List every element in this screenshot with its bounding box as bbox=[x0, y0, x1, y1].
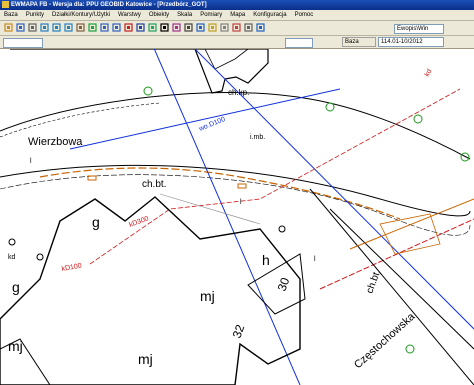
label-number-32: 32 bbox=[230, 322, 248, 340]
menu-konfiguracja[interactable]: Konfiguracja bbox=[249, 12, 290, 18]
label-l-2: l bbox=[240, 199, 242, 206]
menu-bar: Baza Punkty Działki/Kontury/Użytki Warstwy O… bbox=[0, 10, 474, 21]
snap-icon[interactable] bbox=[232, 23, 241, 32]
sewer-line bbox=[89, 88, 461, 265]
scale-combo[interactable] bbox=[3, 38, 43, 48]
tree-icon bbox=[460, 152, 470, 162]
version-field: 114.01-10/2012 bbox=[378, 37, 444, 47]
label-ch-bt: ch.bt. bbox=[142, 179, 166, 190]
map-canvas[interactable]: Wierzbowa Częstochowska ch.kp. ch.bt. ch… bbox=[0, 49, 474, 385]
line-icon[interactable] bbox=[136, 23, 145, 32]
menu-obiekty[interactable]: Obiekty bbox=[145, 12, 173, 18]
menu-warstwy[interactable]: Warstwy bbox=[114, 12, 145, 18]
water-line-2 bbox=[153, 49, 301, 385]
label-l-3: l bbox=[314, 256, 316, 263]
help-icon[interactable] bbox=[256, 23, 265, 32]
label-mj-2: mj bbox=[138, 351, 153, 367]
menu-pomoc[interactable]: Pomoc bbox=[291, 12, 318, 18]
label-mj-3: mj bbox=[8, 338, 23, 354]
window-title: EWMAPA FB - Wersja dla: PPU GEOBID Katow… bbox=[11, 2, 207, 8]
tree-icon bbox=[413, 114, 423, 124]
text-icon[interactable] bbox=[160, 23, 169, 32]
tree-icon bbox=[325, 102, 335, 112]
print-icon[interactable] bbox=[28, 23, 37, 32]
title-bar: EWMAPA FB - Wersja dla: PPU GEOBID Katow… bbox=[0, 0, 474, 10]
street-czestochowska-edges bbox=[309, 188, 474, 385]
map-drawing: Wierzbowa Częstochowska ch.kp. ch.bt. ch… bbox=[0, 49, 474, 385]
aux-combo[interactable] bbox=[285, 38, 313, 48]
save-icon[interactable] bbox=[16, 23, 25, 32]
menu-dzialki[interactable]: Działki/Kontury/Użytki bbox=[48, 12, 114, 18]
pan-icon[interactable] bbox=[76, 23, 85, 32]
road-centerline bbox=[0, 174, 471, 236]
road-edge-south bbox=[0, 164, 471, 217]
curb-line bbox=[349, 198, 474, 250]
tree-icon bbox=[143, 86, 153, 96]
parcel-line bbox=[159, 193, 261, 225]
menu-pomiary[interactable]: Pomiary bbox=[196, 12, 226, 18]
label-number-30: 30 bbox=[275, 275, 293, 293]
undo-icon[interactable] bbox=[100, 23, 109, 32]
menu-baza[interactable]: Baza bbox=[0, 12, 22, 18]
app-icon bbox=[2, 1, 9, 8]
measure-icon[interactable] bbox=[172, 23, 181, 32]
label-kd-top: kd bbox=[424, 68, 434, 78]
label-ch-bt-vertical: ch.bt. bbox=[364, 268, 383, 295]
layers-icon[interactable] bbox=[208, 23, 217, 32]
base-button[interactable]: Baza bbox=[342, 37, 376, 47]
menu-mapa[interactable]: Mapa bbox=[226, 12, 249, 18]
building-top bbox=[10, 49, 269, 94]
label-g-1: g bbox=[92, 214, 100, 230]
label-l-1: l bbox=[30, 158, 32, 165]
manhole-icon bbox=[36, 253, 44, 261]
layer-select[interactable]: Ewopis\Win bbox=[394, 24, 444, 34]
tree-icon bbox=[405, 344, 415, 354]
label-h: h bbox=[262, 252, 270, 268]
label-g-2: g bbox=[12, 279, 20, 295]
menu-punkty[interactable]: Punkty bbox=[22, 12, 48, 18]
zoom-out-icon[interactable] bbox=[52, 23, 61, 32]
settings-icon[interactable] bbox=[244, 23, 253, 32]
label-kd-left: kd bbox=[8, 254, 16, 261]
zoom-in-icon[interactable] bbox=[40, 23, 49, 32]
manhole-icon bbox=[278, 225, 286, 233]
polygon-icon[interactable] bbox=[148, 23, 157, 32]
label-sewer-dia-1: kD300 bbox=[128, 215, 150, 229]
sewer-line-2 bbox=[319, 218, 474, 290]
water-line bbox=[69, 49, 474, 330]
street-label-czestochowska: Częstochowska bbox=[352, 310, 418, 371]
zoom-window-icon[interactable] bbox=[64, 23, 73, 32]
label-imb: i.mb. bbox=[250, 134, 265, 141]
point-icon[interactable] bbox=[124, 23, 133, 32]
folder-icon[interactable] bbox=[4, 23, 13, 32]
valve-icon bbox=[237, 183, 247, 189]
grid-icon[interactable] bbox=[220, 23, 229, 32]
label-water-dia: wo.D100 bbox=[197, 116, 226, 133]
menu-skala[interactable]: Skala bbox=[173, 12, 196, 18]
redo-icon[interactable] bbox=[112, 23, 121, 32]
info-icon[interactable] bbox=[196, 23, 205, 32]
label-ch-kp: ch.kp. bbox=[228, 88, 249, 97]
label-mj-1: mj bbox=[200, 288, 215, 304]
select-icon[interactable] bbox=[184, 23, 193, 32]
manhole-icon bbox=[8, 238, 16, 246]
street-label-wierzbowa: Wierzbowa bbox=[28, 136, 83, 148]
secondary-toolbar: Baza 114.01-10/2012 bbox=[0, 36, 474, 49]
label-sewer-dia-2: kD100 bbox=[61, 263, 82, 273]
refresh-icon[interactable] bbox=[88, 23, 97, 32]
